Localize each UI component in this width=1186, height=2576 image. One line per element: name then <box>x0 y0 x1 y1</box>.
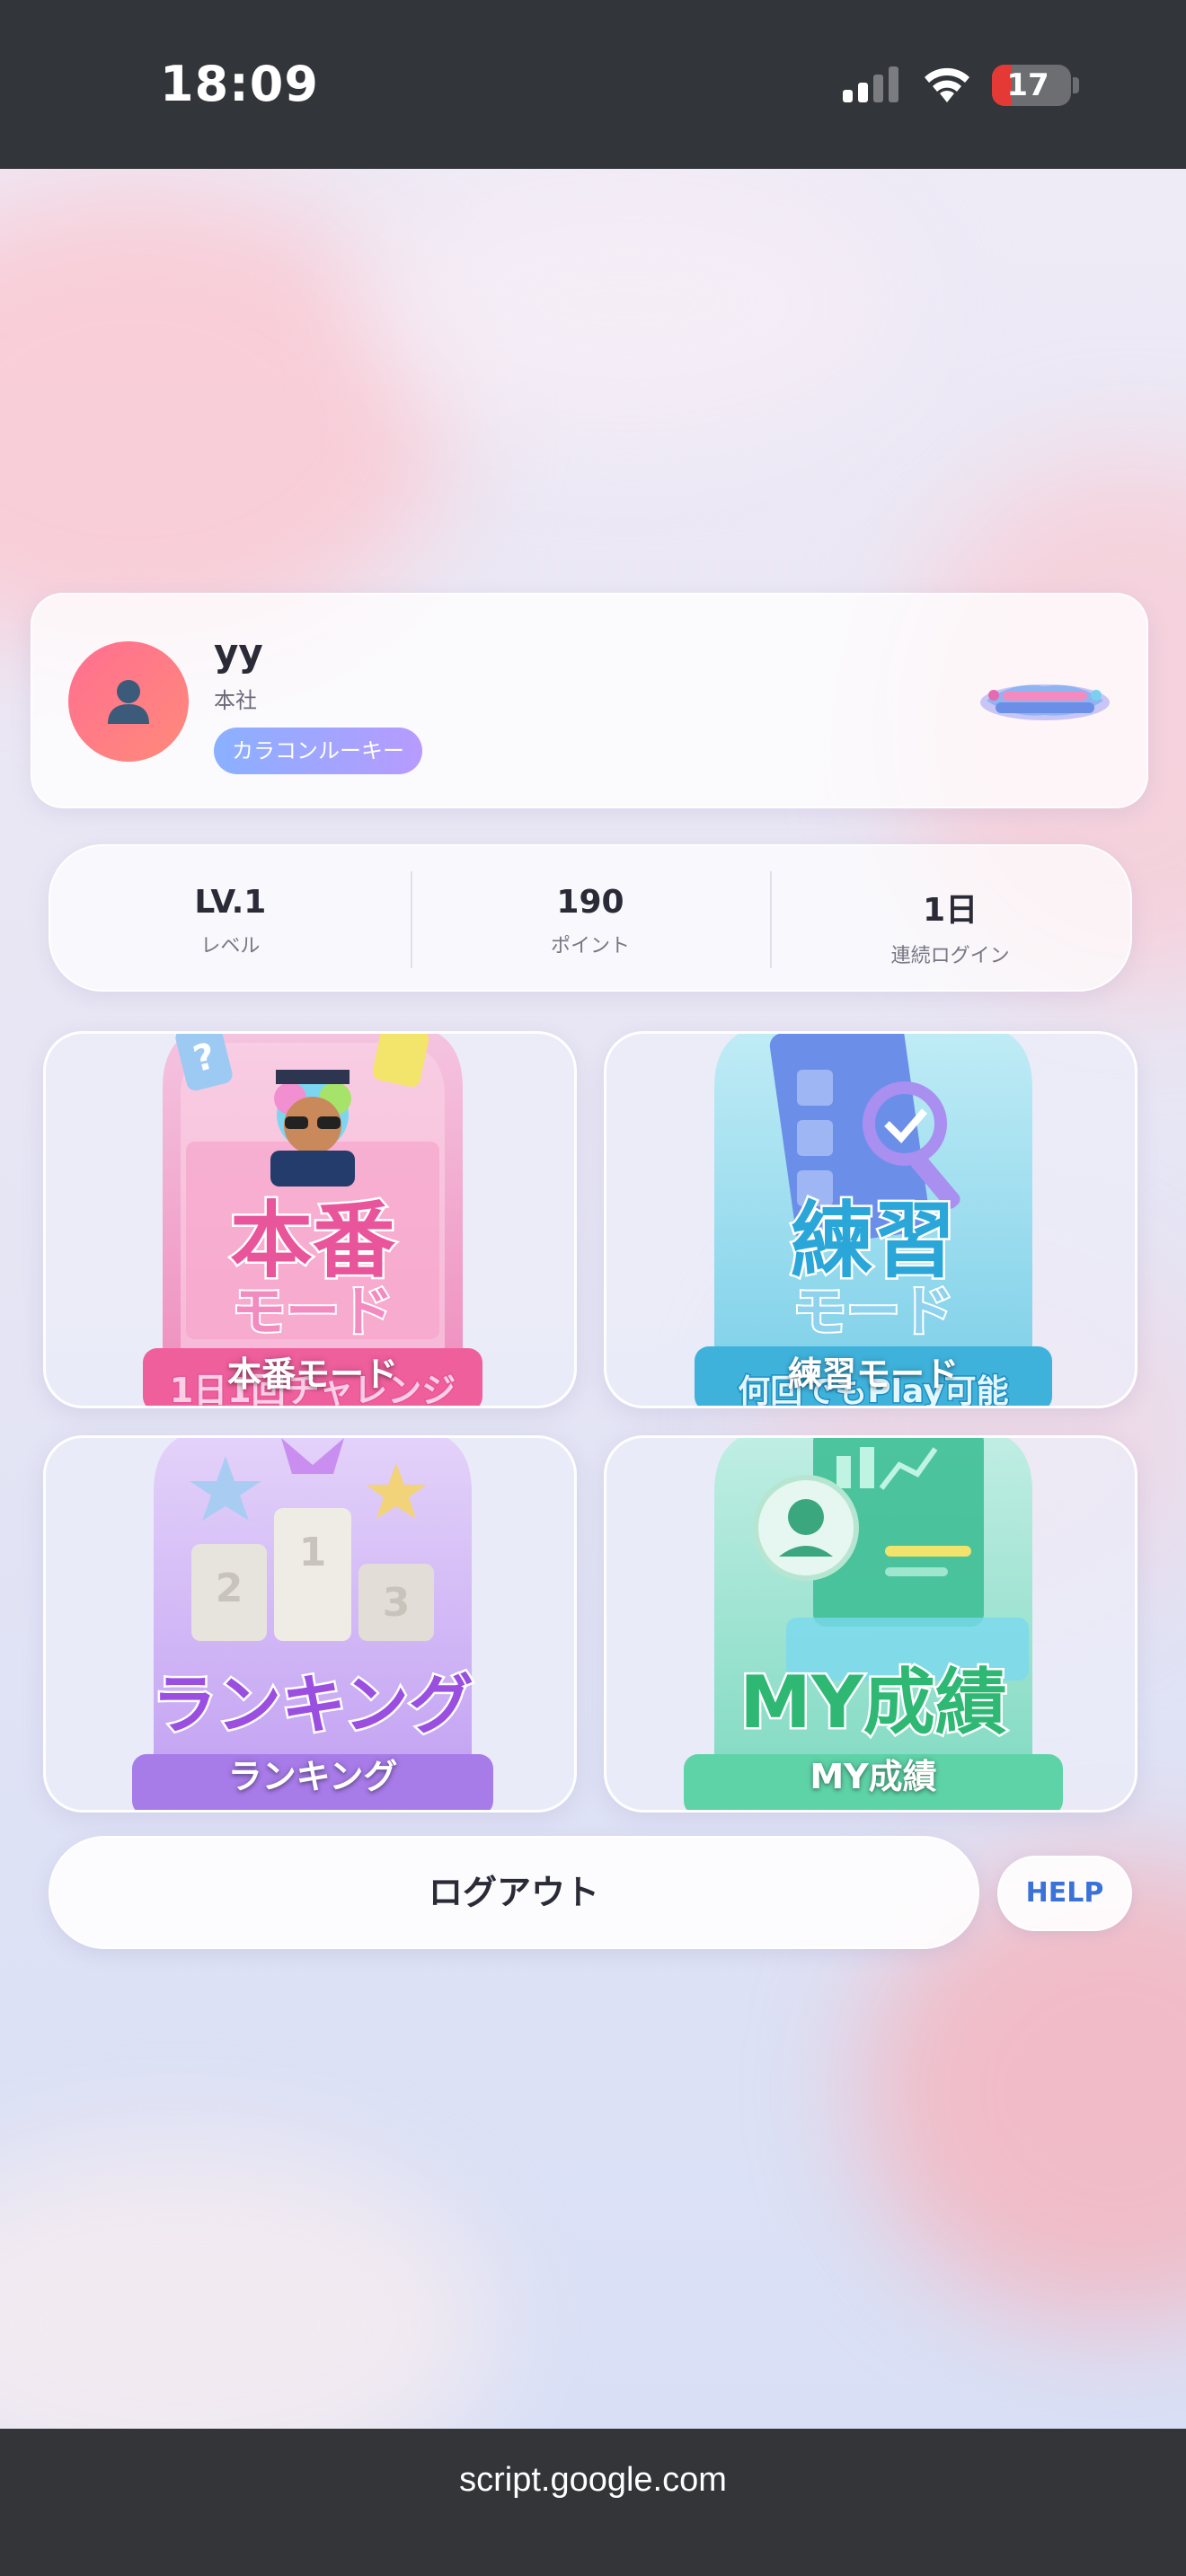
game-logo <box>980 684 1110 720</box>
svg-text:本番: 本番 <box>230 1193 395 1289</box>
user-branch: 本社 <box>214 688 257 713</box>
stat-label: レベル <box>200 935 261 957</box>
rank-badge: カラコンルーキー <box>214 728 422 774</box>
logout-button[interactable]: ログアウト <box>49 1836 979 1949</box>
svg-text:3: 3 <box>383 1580 411 1626</box>
svg-text:2: 2 <box>216 1566 243 1611</box>
svg-text:1: 1 <box>299 1530 327 1575</box>
browser-url-bar[interactable]: script.google.com <box>0 2429 1186 2576</box>
stat-login-streak: 1日 連続ログイン <box>770 846 1130 990</box>
stat-points: 190 ポイント <box>410 846 771 990</box>
practice-mode-label: 練習モード <box>787 1354 959 1394</box>
person-icon <box>108 680 149 724</box>
svg-text:MY成績: MY成績 <box>739 1661 1007 1744</box>
help-button[interactable]: HELP <box>997 1856 1132 1931</box>
stat-value: LV.1 <box>194 884 267 921</box>
stat-level: LV.1 レベル <box>50 846 411 990</box>
svg-text:モード: モード <box>232 1281 394 1344</box>
status-bar: 18:09 17 <box>0 0 1186 169</box>
production-mode-label: 本番モード <box>226 1354 398 1394</box>
background-cloud <box>0 2145 494 2429</box>
battery-level-text: 17 <box>1006 67 1049 103</box>
stats-card: LV.1 レベル 190 ポイント 1日 連続ログイン <box>49 844 1132 992</box>
svg-text:練習: 練習 <box>791 1193 956 1289</box>
wifi-icon <box>925 67 969 102</box>
url-text[interactable]: script.google.com <box>0 2461 1186 2500</box>
ranking-label: ランキング <box>227 1757 398 1796</box>
signal-icon <box>843 66 898 102</box>
battery-icon: 17 <box>992 65 1071 106</box>
my-results-label: MY成績 <box>810 1757 937 1796</box>
profile-card: yy 本社 カラコンルーキー <box>31 593 1148 808</box>
stat-label: ポイント <box>551 935 631 957</box>
svg-text:モード: モード <box>792 1281 954 1344</box>
svg-text:ランキング: ランキング <box>152 1667 474 1742</box>
stat-value: 190 <box>556 884 624 921</box>
stat-label: 連続ログイン <box>890 945 1010 967</box>
production-mode-tile[interactable]: ? 本番 モード 1日1回チャレンジ 本番モード <box>43 1031 577 1408</box>
user-name: yy <box>214 631 263 675</box>
background-cloud <box>359 169 898 438</box>
my-results-tile[interactable]: MY成績 MY成績 <box>604 1435 1137 1813</box>
battery-tip <box>1073 77 1079 93</box>
stat-value: 1日 <box>923 892 978 929</box>
status-time: 18:09 <box>160 56 319 112</box>
practice-mode-tile[interactable]: 練習 モード 何回でもPlay可能 練習モード <box>604 1031 1137 1408</box>
avatar[interactable] <box>68 641 189 762</box>
ranking-tile[interactable]: 2 1 3 ランキング ランキング <box>43 1435 577 1813</box>
